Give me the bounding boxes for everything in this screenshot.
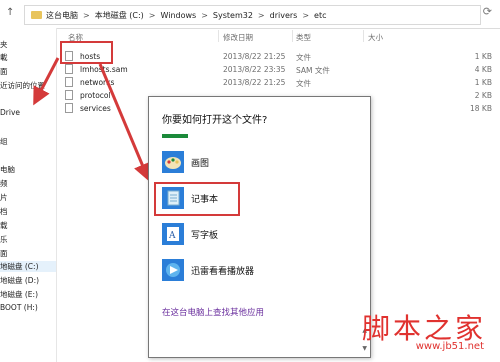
- breadcrumb-system32[interactable]: System32: [213, 11, 253, 20]
- xunlei-player-icon: [162, 259, 184, 281]
- breadcrumb-separator[interactable]: >: [149, 11, 156, 20]
- file-date: 2013/8/22 23:35: [223, 65, 286, 74]
- breadcrumb-local-disk-c[interactable]: 本地磁盘 (C:): [95, 10, 144, 21]
- file-date: 2013/8/22 21:25: [223, 78, 286, 87]
- more-apps-link[interactable]: 在这台电脑上查找其他应用: [162, 306, 264, 318]
- hosts-highlight-box: [60, 41, 113, 64]
- sidebar-item-onedrive[interactable]: Drive: [0, 108, 20, 117]
- sidebar-item-boot-h[interactable]: BOOT (H:): [0, 303, 38, 312]
- file-size: 2 KB: [474, 91, 492, 100]
- file-size: 18 KB: [470, 104, 492, 113]
- sidebar-item-downloads[interactable]: 载: [0, 220, 8, 231]
- file-name: lmhosts.sam: [80, 65, 128, 74]
- dialog-title: 你要如何打开这个文件?: [162, 115, 268, 126]
- file-icon: [65, 64, 73, 74]
- breadcrumb-separator[interactable]: >: [83, 11, 90, 20]
- file-icon: [65, 90, 73, 100]
- file-name: protocol: [80, 91, 111, 100]
- accent-bar: [162, 134, 188, 138]
- option-label: 画图: [191, 159, 210, 169]
- column-header-type[interactable]: 类型: [296, 32, 311, 43]
- file-name: services: [80, 104, 111, 113]
- file-row-lmhosts[interactable]: lmhosts.sam 2013/8/22 23:35 SAM 文件 4 KB: [60, 63, 500, 76]
- wordpad-icon: A: [162, 223, 184, 245]
- column-header-row: 名称 修改日期 类型 大小: [60, 30, 500, 42]
- address-bar-area: ↑ 这台电脑 > 本地磁盘 (C:) > Windows > System32 …: [0, 0, 500, 29]
- file-icon: [65, 103, 73, 113]
- breadcrumb-etc[interactable]: etc: [314, 11, 326, 20]
- file-size: 1 KB: [474, 78, 492, 87]
- folder-icon: [31, 11, 42, 19]
- sidebar-item[interactable]: 載: [0, 52, 8, 63]
- address-bar[interactable]: 这台电脑 > 本地磁盘 (C:) > Windows > System32 > …: [24, 5, 481, 25]
- sidebar-item-documents[interactable]: 档: [0, 206, 8, 217]
- sidebar-item-local-disk-c[interactable]: 地磁盘 (C:): [0, 261, 56, 272]
- file-date: 2013/8/22 21:25: [223, 52, 286, 61]
- sidebar-item-recent-places[interactable]: 近访问的位置: [0, 80, 45, 91]
- option-xunlei-player[interactable]: 迅雷看看播放器: [159, 256, 359, 284]
- sidebar-item[interactable]: 面: [0, 66, 8, 77]
- sidebar-item-pictures[interactable]: 片: [0, 192, 8, 203]
- column-divider[interactable]: [292, 30, 293, 42]
- column-divider[interactable]: [218, 30, 219, 42]
- file-size: 1 KB: [474, 52, 492, 61]
- breadcrumb-separator[interactable]: >: [201, 11, 208, 20]
- watermark-url: www.jb51.net: [415, 341, 484, 352]
- sidebar-item-desktop[interactable]: 面: [0, 248, 8, 259]
- sidebar-item-music[interactable]: 乐: [0, 234, 8, 245]
- column-header-size[interactable]: 大小: [368, 32, 383, 43]
- file-type: 文件: [296, 79, 311, 88]
- file-type: SAM 文件: [296, 66, 330, 75]
- sidebar-item-local-disk-d[interactable]: 地磁盘 (D:): [0, 275, 39, 286]
- file-row-hosts[interactable]: hosts 2013/8/22 21:25 文件 1 KB: [60, 50, 500, 63]
- file-name: networks: [80, 78, 115, 87]
- sidebar-item-this-pc[interactable]: 电脑: [0, 164, 15, 175]
- sidebar-item-homegroup[interactable]: 组: [0, 136, 8, 147]
- file-type: 文件: [296, 53, 311, 62]
- svg-text:A: A: [168, 231, 176, 241]
- file-row-networks[interactable]: networks 2013/8/22 21:25 文件 1 KB: [60, 76, 500, 89]
- breadcrumb-separator[interactable]: >: [258, 11, 265, 20]
- option-wordpad[interactable]: A 写字板: [159, 220, 359, 248]
- breadcrumb: 这台电脑 > 本地磁盘 (C:) > Windows > System32 > …: [46, 10, 327, 21]
- column-header-date[interactable]: 修改日期: [223, 32, 253, 43]
- open-with-dialog: 你要如何打开这个文件? 画图 记事本 A 写字板 迅雷看看播放器 在这台电脑上查…: [148, 96, 371, 358]
- option-paint[interactable]: 画图: [159, 148, 359, 176]
- sidebar-item-local-disk-e[interactable]: 地磁盘 (E:): [0, 289, 38, 300]
- notepad-highlight-box: [154, 182, 240, 216]
- paint-icon: [162, 151, 184, 173]
- breadcrumb-windows[interactable]: Windows: [160, 11, 196, 20]
- sidebar-item-videos[interactable]: 频: [0, 178, 8, 189]
- option-label: 写字板: [191, 231, 219, 241]
- navigation-pane: 夹 載 面 近访问的位置 Drive 组 电脑 频 片 档 载 乐 面 地磁盘 …: [0, 28, 57, 362]
- file-icon: [65, 77, 73, 87]
- up-arrow-icon[interactable]: ↑: [6, 7, 14, 18]
- breadcrumb-this-pc[interactable]: 这台电脑: [46, 10, 78, 21]
- column-divider[interactable]: [363, 30, 364, 42]
- file-size: 4 KB: [474, 65, 492, 74]
- breadcrumb-drivers[interactable]: drivers: [270, 11, 298, 20]
- option-label: 迅雷看看播放器: [191, 267, 255, 277]
- sidebar-item[interactable]: 夹: [0, 39, 8, 50]
- breadcrumb-separator[interactable]: >: [302, 11, 309, 20]
- refresh-icon[interactable]: ⟳: [483, 5, 492, 18]
